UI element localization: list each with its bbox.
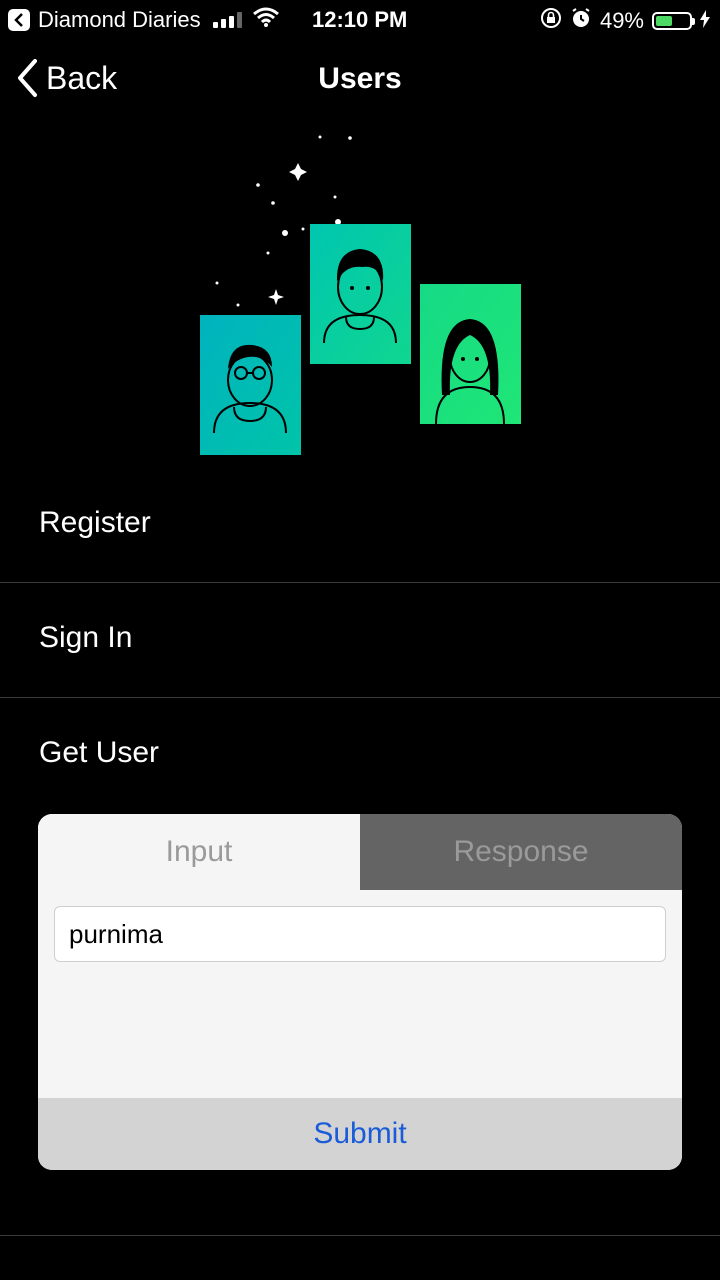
sign-in-item[interactable]: Sign In [0, 621, 720, 655]
tab-response[interactable]: Response [360, 814, 682, 890]
avatar-card-man [310, 224, 411, 364]
register-item[interactable]: Register [0, 506, 720, 540]
wifi-icon [252, 7, 280, 33]
users-illustration [190, 125, 530, 465]
battery-icon [652, 12, 695, 30]
status-left: Diamond Diaries [8, 7, 280, 33]
divider [0, 697, 720, 698]
alarm-icon [570, 7, 592, 35]
get-user-panel: Input Response purnima Submit [38, 814, 682, 1170]
back-to-app-label[interactable]: Diamond Diaries [38, 7, 201, 33]
avatar-card-glasses [200, 315, 301, 455]
username-input[interactable]: purnima [54, 906, 666, 962]
panel-tabs: Input Response [38, 814, 682, 890]
cellular-signal-icon [212, 12, 242, 28]
divider [0, 1235, 720, 1236]
charging-icon [700, 8, 710, 34]
battery-level [656, 16, 672, 26]
status-right: 49% [540, 7, 710, 35]
get-user-item[interactable]: Get User [0, 736, 720, 770]
navigation-bar: Back Users [0, 50, 720, 110]
battery-percent: 49% [599, 8, 644, 33]
page-title: Users [318, 62, 402, 95]
orientation-lock-icon [540, 7, 562, 35]
submit-button[interactable]: Submit [38, 1098, 682, 1170]
divider [0, 582, 720, 583]
avatar-card-woman [420, 284, 521, 425]
tab-input[interactable]: Input [38, 814, 360, 890]
status-time: 12:10 PM [312, 7, 408, 32]
status-bar: Diamond Diaries 12:10 PM 49% [0, 0, 720, 40]
back-to-app-icon[interactable] [8, 9, 30, 31]
